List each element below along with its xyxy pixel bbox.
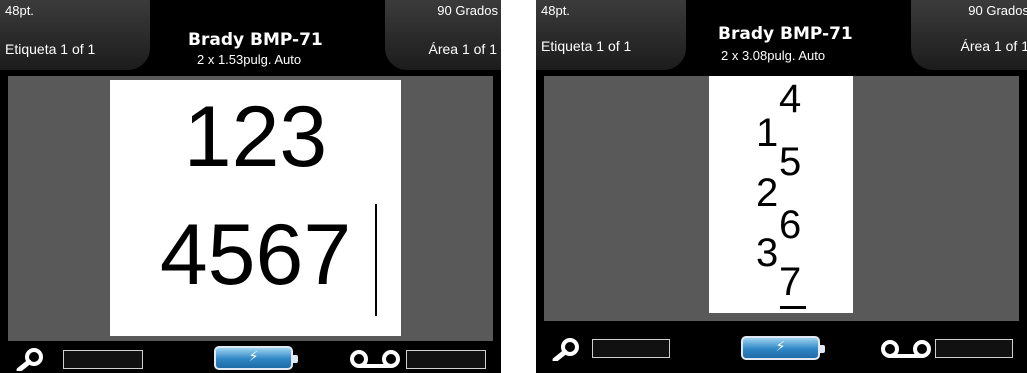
label-counter: Etiqueta 1 of 1 bbox=[541, 38, 632, 54]
label-char: 2 bbox=[756, 171, 779, 215]
text-cursor bbox=[780, 306, 806, 309]
status-header: 48pt. 90 Grados Etiqueta 1 of 1 Brady BM… bbox=[536, 0, 1027, 76]
battery-charging-icon: ⚡ bbox=[214, 346, 298, 370]
font-size-indicator: 48pt. bbox=[5, 3, 34, 18]
status-header: 48pt. 90 Grados Etiqueta 1 of 1 Brady BM… bbox=[0, 0, 501, 76]
search-status-box bbox=[592, 339, 670, 358]
area-counter: Área 1 of 1 bbox=[960, 38, 1027, 54]
label-text-line-1: 123 bbox=[183, 89, 328, 185]
font-size-indicator: 48pt. bbox=[541, 3, 570, 18]
screen-vertical-text: 48pt. 90 Grados Etiqueta 1 of 1 Brady BM… bbox=[536, 0, 1027, 373]
editor-canvas: 123 4567 bbox=[8, 76, 493, 341]
label-preview[interactable]: 123 4567 bbox=[110, 80, 401, 336]
label-dimensions: 2 x 1.53pulg. Auto bbox=[197, 52, 302, 67]
editor-canvas: 1 2 3 4 5 6 7 bbox=[544, 76, 1019, 321]
rotation-indicator: 90 Grados bbox=[437, 3, 498, 18]
label-char: 6 bbox=[779, 203, 802, 247]
label-dimensions: 2 x 3.08pulg. Auto bbox=[721, 48, 826, 63]
label-preview[interactable]: 1 2 3 4 5 6 7 bbox=[709, 76, 853, 313]
printer-model-title: Brady BMP-71 bbox=[188, 30, 323, 50]
tape-status-box bbox=[935, 339, 1013, 358]
search-icon[interactable] bbox=[14, 347, 48, 373]
tape-cassette-icon[interactable] bbox=[348, 349, 402, 373]
tape-cassette-icon[interactable] bbox=[879, 339, 933, 364]
status-footer: ⚡ bbox=[0, 345, 501, 373]
search-status-box bbox=[63, 350, 143, 369]
search-icon[interactable] bbox=[550, 337, 584, 366]
printer-model-title: Brady BMP-71 bbox=[718, 24, 853, 44]
text-cursor bbox=[375, 204, 377, 316]
battery-charging-icon: ⚡ bbox=[741, 336, 825, 360]
screen-horizontal-text: 48pt. 90 Grados Etiqueta 1 of 1 Brady BM… bbox=[0, 0, 501, 373]
label-text-line-2: 4567 bbox=[159, 207, 352, 303]
label-char: 5 bbox=[779, 140, 802, 184]
tape-status-box bbox=[406, 350, 486, 369]
status-footer: ⚡ bbox=[536, 325, 1027, 373]
label-char: 3 bbox=[756, 231, 779, 275]
rotation-indicator: 90 Grados bbox=[968, 3, 1027, 18]
label-counter: Etiqueta 1 of 1 bbox=[5, 41, 96, 57]
label-char: 1 bbox=[756, 111, 779, 155]
label-char: 7 bbox=[779, 260, 802, 304]
label-char: 4 bbox=[779, 77, 802, 121]
area-counter: Área 1 of 1 bbox=[428, 41, 498, 57]
